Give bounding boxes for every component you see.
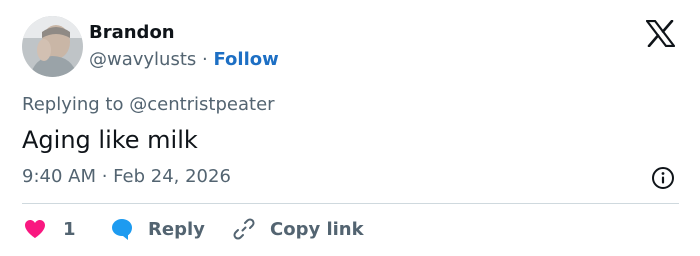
like-button[interactable]: 1 xyxy=(24,213,76,245)
follow-button[interactable]: Follow xyxy=(213,49,278,70)
reply-label: Reply xyxy=(148,218,205,240)
avatar[interactable] xyxy=(22,16,83,77)
x-logo-icon[interactable] xyxy=(645,19,676,48)
info-icon[interactable] xyxy=(651,166,675,190)
replying-to-handle[interactable]: @centristpeater xyxy=(129,94,274,115)
reply-context: Replying to @centristpeater xyxy=(22,92,275,118)
like-count: 1 xyxy=(63,218,76,240)
link-icon xyxy=(232,217,256,241)
heart-icon xyxy=(24,219,46,239)
separator-dot: · xyxy=(202,49,208,70)
speech-bubble-icon xyxy=(110,217,134,241)
author-name[interactable]: Brandon xyxy=(89,20,175,46)
tweet-text: Aging like milk xyxy=(22,126,198,154)
author-meta: @wavylusts · Follow xyxy=(89,47,279,73)
divider xyxy=(22,203,679,204)
copy-link-button[interactable]: Copy link xyxy=(232,213,364,245)
reply-button[interactable]: Reply xyxy=(110,213,205,245)
replying-to-prefix: Replying to xyxy=(22,94,124,115)
tweet-timestamp[interactable]: 9:40 AM · Feb 24, 2026 xyxy=(22,164,231,190)
author-handle[interactable]: @wavylusts xyxy=(89,49,196,70)
copy-link-label: Copy link xyxy=(270,218,364,240)
